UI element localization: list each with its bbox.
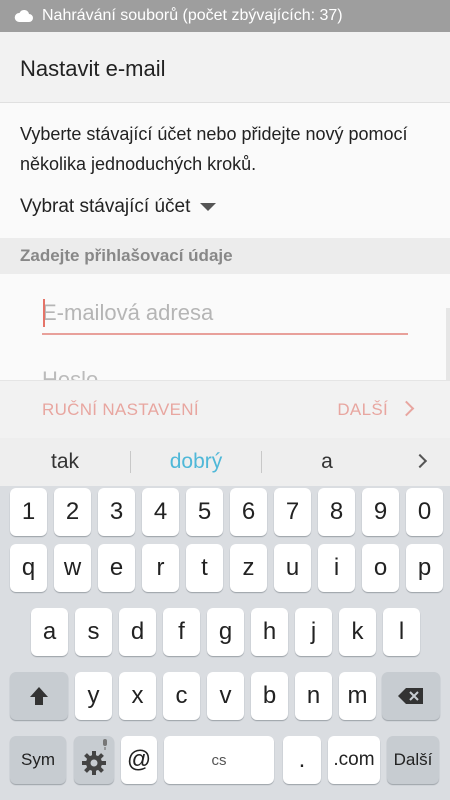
key-x[interactable]: x	[119, 672, 156, 720]
key-w[interactable]: w	[54, 544, 91, 592]
key-j[interactable]: j	[295, 608, 332, 656]
key-c[interactable]: c	[163, 672, 200, 720]
key-2[interactable]: 2	[54, 488, 91, 536]
key-5[interactable]: 5	[186, 488, 223, 536]
key-1[interactable]: 1	[10, 488, 47, 536]
enter-next-key[interactable]: Další	[387, 736, 439, 784]
microphone-icon	[103, 739, 107, 750]
space-key[interactable]: cs	[164, 736, 274, 784]
key-n[interactable]: n	[295, 672, 332, 720]
dotcom-key[interactable]: .com	[328, 736, 380, 784]
email-field[interactable]	[42, 293, 408, 335]
keyboard: Sym @ cs . .com Další 1234567890qwertzui…	[0, 486, 450, 800]
key-v[interactable]: v	[207, 672, 244, 720]
intro-text: Vyberte stávající účet nebo přidejte nov…	[20, 124, 408, 174]
backspace-icon	[398, 688, 423, 704]
key-f[interactable]: f	[163, 608, 200, 656]
password-field[interactable]: Heslo	[42, 367, 98, 380]
page-title: Nastavit e-mail	[20, 56, 166, 81]
key-k[interactable]: k	[339, 608, 376, 656]
key-r[interactable]: r	[142, 544, 179, 592]
cloud-upload-icon	[14, 9, 33, 22]
key-e[interactable]: e	[98, 544, 135, 592]
key-m[interactable]: m	[339, 672, 376, 720]
suggestion-3[interactable]: a	[262, 450, 392, 474]
key-6[interactable]: 6	[230, 488, 267, 536]
key-0[interactable]: 0	[406, 488, 443, 536]
key-7[interactable]: 7	[274, 488, 311, 536]
key-t[interactable]: t	[186, 544, 223, 592]
gear-icon	[82, 751, 106, 775]
expand-suggestions-icon[interactable]	[412, 453, 428, 469]
suggestion-1[interactable]: tak	[0, 450, 130, 474]
next-button[interactable]: DALŠÍ	[337, 400, 388, 420]
scroll-indicator	[446, 308, 450, 380]
key-p[interactable]: p	[406, 544, 443, 592]
status-bar: Nahrávání souborů (počet zbývajících: 37…	[0, 0, 450, 32]
shift-key[interactable]	[10, 672, 68, 720]
action-bar: RUČNÍ NASTAVENÍ DALŠÍ	[0, 380, 450, 439]
credentials-section-title: Zadejte přihlašovací údaje	[20, 246, 233, 265]
title-bar: Nastavit e-mail	[0, 32, 450, 103]
at-key[interactable]: @	[121, 736, 157, 784]
dropdown-arrow-icon	[200, 203, 217, 211]
status-text: Nahrávání souborů (počet zbývajících: 37…	[42, 7, 343, 24]
manual-setup-button[interactable]: RUČNÍ NASTAVENÍ	[42, 400, 199, 420]
key-z[interactable]: z	[230, 544, 267, 592]
key-b[interactable]: b	[251, 672, 288, 720]
key-l[interactable]: l	[383, 608, 420, 656]
settings-key[interactable]	[74, 736, 114, 784]
shift-icon	[30, 687, 48, 705]
period-key[interactable]: .	[283, 736, 321, 784]
key-8[interactable]: 8	[318, 488, 355, 536]
suggestion-bar: tak dobrý a	[0, 438, 450, 486]
key-o[interactable]: o	[362, 544, 399, 592]
setup-form: Vyberte stávající účet nebo přidejte nov…	[0, 103, 450, 380]
key-s[interactable]: s	[75, 608, 112, 656]
backspace-key[interactable]	[382, 672, 440, 720]
text-cursor	[43, 299, 45, 327]
suggestion-2[interactable]: dobrý	[131, 450, 261, 474]
key-a[interactable]: a	[31, 608, 68, 656]
key-4[interactable]: 4	[142, 488, 179, 536]
key-i[interactable]: i	[318, 544, 355, 592]
key-u[interactable]: u	[274, 544, 311, 592]
key-3[interactable]: 3	[98, 488, 135, 536]
key-d[interactable]: d	[119, 608, 156, 656]
key-h[interactable]: h	[251, 608, 288, 656]
key-9[interactable]: 9	[362, 488, 399, 536]
sym-key[interactable]: Sym	[10, 736, 66, 784]
chevron-right-icon[interactable]	[398, 400, 415, 417]
existing-account-label: Vybrat stávající účet	[20, 196, 191, 217]
key-y[interactable]: y	[75, 672, 112, 720]
existing-account-dropdown[interactable]: Vybrat stávající účet	[20, 196, 217, 218]
credentials-section-header: Zadejte přihlašovací údaje	[0, 238, 450, 274]
key-g[interactable]: g	[207, 608, 244, 656]
key-q[interactable]: q	[10, 544, 47, 592]
